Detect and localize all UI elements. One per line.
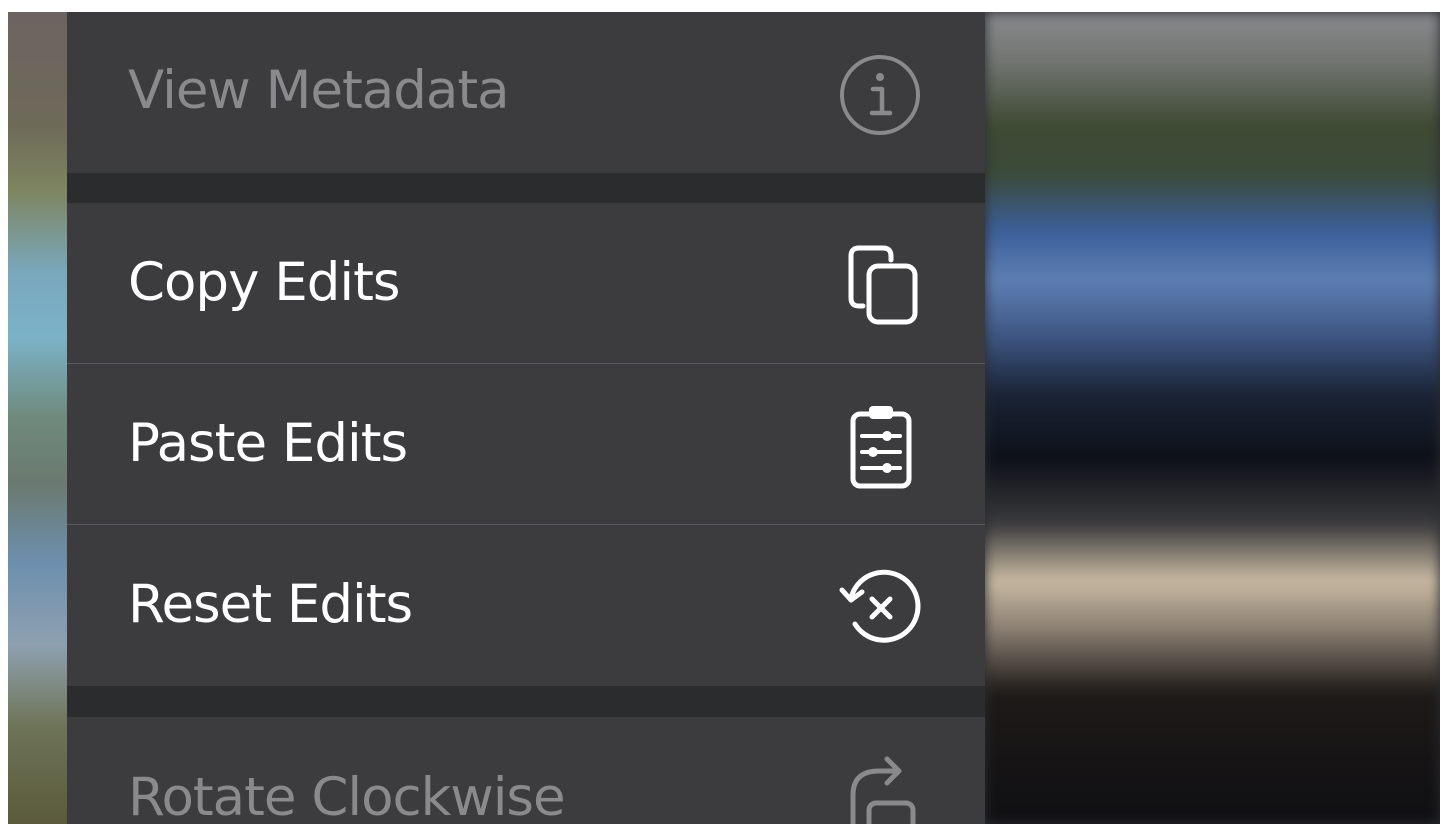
menu-item-label: Paste Edits	[128, 413, 408, 474]
screen: View Metadata Copy Edits Paste Edits Res…	[8, 12, 1440, 824]
menu-item-rotate-clockwise[interactable]: Rotate Clockwise	[67, 717, 985, 824]
rotate-clockwise-icon	[850, 756, 916, 824]
menu-group-gap	[67, 173, 985, 203]
menu-item-label: Reset Edits	[128, 574, 413, 635]
menu-item-label: View Metadata	[128, 60, 510, 121]
menu-item-label: Rotate Clockwise	[128, 767, 566, 824]
context-menu: View Metadata Copy Edits Paste Edits Res…	[67, 12, 985, 824]
photo-backdrop-left	[8, 12, 68, 824]
revert-x-circle-icon	[839, 569, 921, 643]
menu-item-copy-edits[interactable]: Copy Edits	[67, 203, 985, 363]
clipboard-adjustments-icon	[850, 406, 912, 489]
photo-backdrop-right	[985, 12, 1440, 824]
menu-item-label: Copy Edits	[128, 252, 401, 313]
menu-item-paste-edits[interactable]: Paste Edits	[67, 364, 985, 524]
info-circle-icon	[840, 55, 920, 135]
menu-item-reset-edits[interactable]: Reset Edits	[67, 525, 985, 686]
menu-group-gap	[67, 686, 985, 717]
copy-icon	[848, 245, 918, 325]
menu-item-view-metadata[interactable]: View Metadata	[67, 12, 985, 173]
